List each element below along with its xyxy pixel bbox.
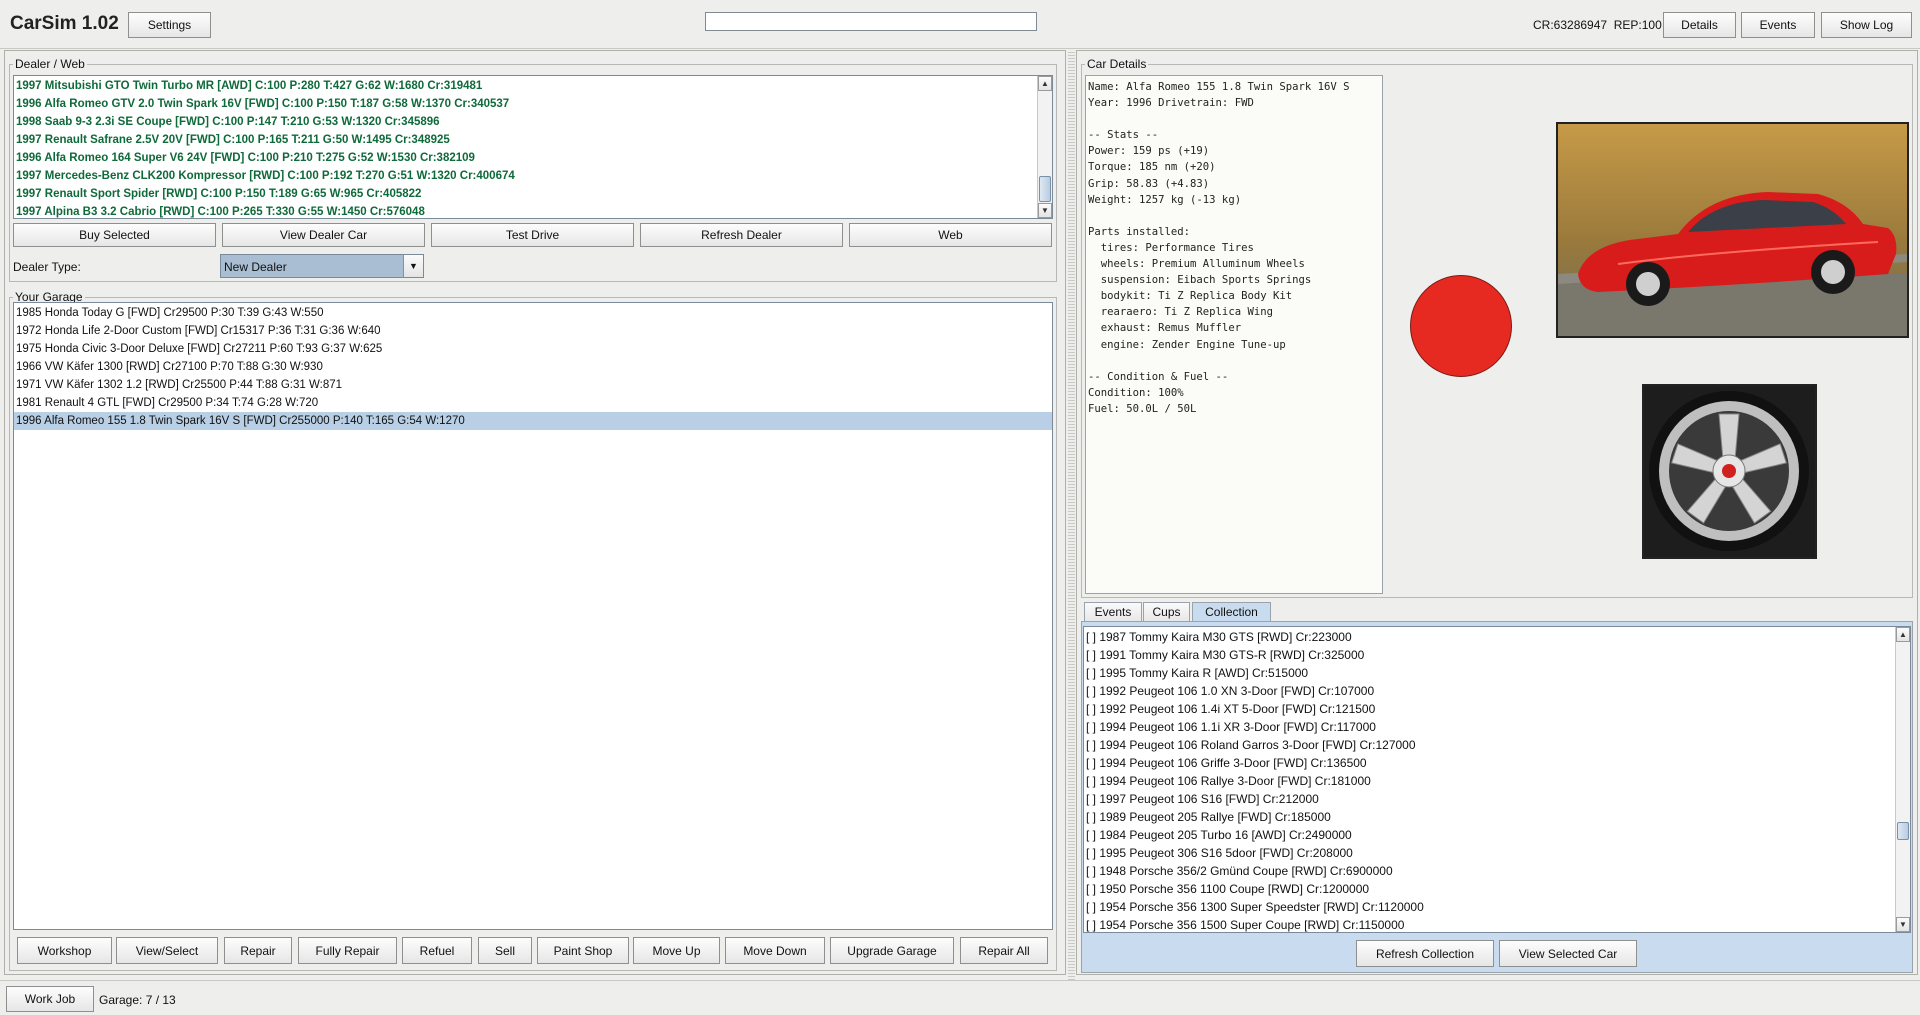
events-button[interactable]: Events (1741, 12, 1815, 38)
collection-list-item[interactable]: [ ] 1948 Porsche 356/2 Gmünd Coupe [RWD]… (1084, 862, 1894, 880)
scroll-down-icon[interactable]: ▼ (1896, 917, 1910, 932)
dealer-list-item[interactable]: 1996 Alfa Romeo GTV 2.0 Twin Spark 16V [… (14, 95, 1036, 113)
car-photo-image (1558, 124, 1907, 336)
collection-list-item[interactable]: [ ] 1994 Peugeot 106 1.1i XR 3-Door [FWD… (1084, 718, 1894, 736)
car-photo (1556, 122, 1909, 338)
garage-list-item[interactable]: 1975 Honda Civic 3-Door Deluxe [FWD] Cr2… (14, 340, 1052, 358)
sell-button[interactable]: Sell (478, 937, 532, 964)
collection-list-item[interactable]: [ ] 1995 Tommy Kaira R [AWD] Cr:515000 (1084, 664, 1894, 682)
garage-list-item[interactable]: 1996 Alfa Romeo 155 1.8 Twin Spark 16V S… (14, 412, 1052, 430)
fully-repair-button[interactable]: Fully Repair (298, 937, 397, 964)
collection-list-item[interactable]: [ ] 1997 Peugeot 106 S16 [FWD] Cr:212000 (1084, 790, 1894, 808)
dealer-list[interactable]: 1997 Mitsubishi GTO Twin Turbo MR [AWD] … (13, 75, 1053, 219)
details-button[interactable]: Details (1663, 12, 1736, 38)
car-details-text: Name: Alfa Romeo 155 1.8 Twin Spark 16V … (1085, 75, 1383, 594)
scroll-up-icon[interactable]: ▲ (1896, 627, 1910, 642)
footer-separator (0, 980, 1920, 981)
tab-events[interactable]: Events (1084, 602, 1142, 621)
paint-shop-button[interactable]: Paint Shop (537, 937, 629, 964)
collection-list-scrollbar[interactable]: ▲ ▼ (1895, 627, 1910, 932)
collection-list-item[interactable]: [ ] 1984 Peugeot 205 Turbo 16 [AWD] Cr:2… (1084, 826, 1894, 844)
refresh-dealer-button[interactable]: Refresh Dealer (640, 223, 843, 247)
search-input[interactable] (705, 12, 1037, 31)
garage-list-item[interactable]: 1985 Honda Today G [FWD] Cr29500 P:30 T:… (14, 304, 1052, 322)
garage-list[interactable]: 1985 Honda Today G [FWD] Cr29500 P:30 T:… (13, 302, 1053, 930)
garage-list-rows: 1985 Honda Today G [FWD] Cr29500 P:30 T:… (14, 304, 1052, 430)
refresh-collection-button[interactable]: Refresh Collection (1356, 940, 1494, 967)
dealer-list-item[interactable]: 1996 Alfa Romeo 164 Super V6 24V [FWD] C… (14, 149, 1036, 167)
scroll-up-icon[interactable]: ▲ (1038, 76, 1052, 91)
repair-all-button[interactable]: Repair All (960, 937, 1048, 964)
collection-list-item[interactable]: [ ] 1995 Peugeot 306 S16 5door [FWD] Cr:… (1084, 844, 1894, 862)
garage-list-item[interactable]: 1966 VW Käfer 1300 [RWD] Cr27100 P:70 T:… (14, 358, 1052, 376)
buy-selected-button[interactable]: Buy Selected (13, 223, 216, 247)
collection-list-item[interactable]: [ ] 1992 Peugeot 106 1.0 XN 3-Door [FWD]… (1084, 682, 1894, 700)
dealer-list-rows: 1997 Mitsubishi GTO Twin Turbo MR [AWD] … (14, 77, 1036, 218)
garage-count: Garage: 7 / 13 (99, 993, 176, 1007)
garage-list-item[interactable]: 1971 VW Käfer 1302 1.2 [RWD] Cr25500 P:4… (14, 376, 1052, 394)
view-select-button[interactable]: View/Select (116, 937, 218, 964)
collection-list-item[interactable]: [ ] 1954 Porsche 356 1500 Super Coupe [R… (1084, 916, 1894, 932)
wheel-photo (1642, 384, 1817, 559)
collection-list[interactable]: [ ] 1987 Tommy Kaira M30 GTS [RWD] Cr:22… (1083, 626, 1911, 933)
test-drive-button[interactable]: Test Drive (431, 223, 634, 247)
collection-list-rows: [ ] 1987 Tommy Kaira M30 GTS [RWD] Cr:22… (1084, 628, 1894, 932)
tab-bar: Events Cups Collection (1081, 602, 1913, 622)
collection-list-item[interactable]: [ ] 1994 Peugeot 106 Griffe 3-Door [FWD]… (1084, 754, 1894, 772)
collection-list-item[interactable]: [ ] 1987 Tommy Kaira M30 GTS [RWD] Cr:22… (1084, 628, 1894, 646)
collection-list-item[interactable]: [ ] 1994 Peugeot 106 Roland Garros 3-Doo… (1084, 736, 1894, 754)
app-title: CarSim 1.02 (10, 13, 119, 34)
collection-list-item[interactable]: [ ] 1991 Tommy Kaira M30 GTS-R [RWD] Cr:… (1084, 646, 1894, 664)
scroll-down-icon[interactable]: ▼ (1038, 203, 1052, 218)
collection-list-item[interactable]: [ ] 1954 Porsche 356 1300 Super Speedste… (1084, 898, 1894, 916)
dealer-type-select[interactable]: New Dealer ▼ (220, 254, 424, 278)
credits-rep: CR:63286947 REP:100 (1533, 18, 1662, 32)
paint-color-swatch (1410, 275, 1512, 377)
dealer-list-item[interactable]: 1998 Saab 9-3 2.3i SE Coupe [FWD] C:100 … (14, 113, 1036, 131)
view-dealer-car-button[interactable]: View Dealer Car (222, 223, 425, 247)
tab-cups[interactable]: Cups (1143, 602, 1190, 621)
dealer-list-item[interactable]: 1997 Mercedes-Benz CLK200 Kompressor [RW… (14, 167, 1036, 185)
collection-list-item[interactable]: [ ] 1950 Porsche 356 1100 Coupe [RWD] Cr… (1084, 880, 1894, 898)
dealer-type-value: New Dealer (224, 260, 287, 274)
dealer-list-scrollbar[interactable]: ▲ ▼ (1037, 76, 1052, 218)
refuel-button[interactable]: Refuel (402, 937, 472, 964)
settings-button[interactable]: Settings (128, 12, 211, 38)
collection-list-item[interactable]: [ ] 1992 Peugeot 106 1.4i XT 5-Door [FWD… (1084, 700, 1894, 718)
chevron-down-icon[interactable]: ▼ (403, 255, 423, 277)
scroll-thumb[interactable] (1039, 176, 1051, 202)
dealer-type-label: Dealer Type: (13, 260, 81, 274)
show-log-button[interactable]: Show Log (1821, 12, 1912, 38)
repair-button[interactable]: Repair (224, 937, 292, 964)
move-up-button[interactable]: Move Up (633, 937, 720, 964)
tab-collection[interactable]: Collection (1192, 602, 1271, 621)
move-down-button[interactable]: Move Down (725, 937, 825, 964)
workshop-button[interactable]: Workshop (17, 937, 112, 964)
wheel-image (1649, 391, 1809, 551)
collection-list-item[interactable]: [ ] 1989 Peugeot 205 Rallye [FWD] Cr:185… (1084, 808, 1894, 826)
web-button[interactable]: Web (849, 223, 1052, 247)
dealer-legend: Dealer / Web (13, 57, 87, 71)
dealer-list-item[interactable]: 1997 Alpina B3 3.2 Cabrio [RWD] C:100 P:… (14, 203, 1036, 218)
view-selected-car-button[interactable]: View Selected Car (1499, 940, 1637, 967)
top-separator (0, 48, 1920, 49)
collection-list-item[interactable]: [ ] 1994 Peugeot 106 Rallye 3-Door [FWD]… (1084, 772, 1894, 790)
dealer-list-item[interactable]: 1997 Renault Sport Spider [RWD] C:100 P:… (14, 185, 1036, 203)
car-details-legend: Car Details (1085, 57, 1149, 71)
upgrade-garage-button[interactable]: Upgrade Garage (830, 937, 954, 964)
work-job-button[interactable]: Work Job (6, 986, 94, 1012)
split-pane-divider[interactable] (1068, 50, 1075, 980)
dealer-list-item[interactable]: 1997 Mitsubishi GTO Twin Turbo MR [AWD] … (14, 77, 1036, 95)
garage-list-item[interactable]: 1981 Renault 4 GTL [FWD] Cr29500 P:34 T:… (14, 394, 1052, 412)
scroll-thumb[interactable] (1897, 822, 1909, 840)
garage-list-item[interactable]: 1972 Honda Life 2-Door Custom [FWD] Cr15… (14, 322, 1052, 340)
dealer-list-item[interactable]: 1997 Renault Safrane 2.5V 20V [FWD] C:10… (14, 131, 1036, 149)
